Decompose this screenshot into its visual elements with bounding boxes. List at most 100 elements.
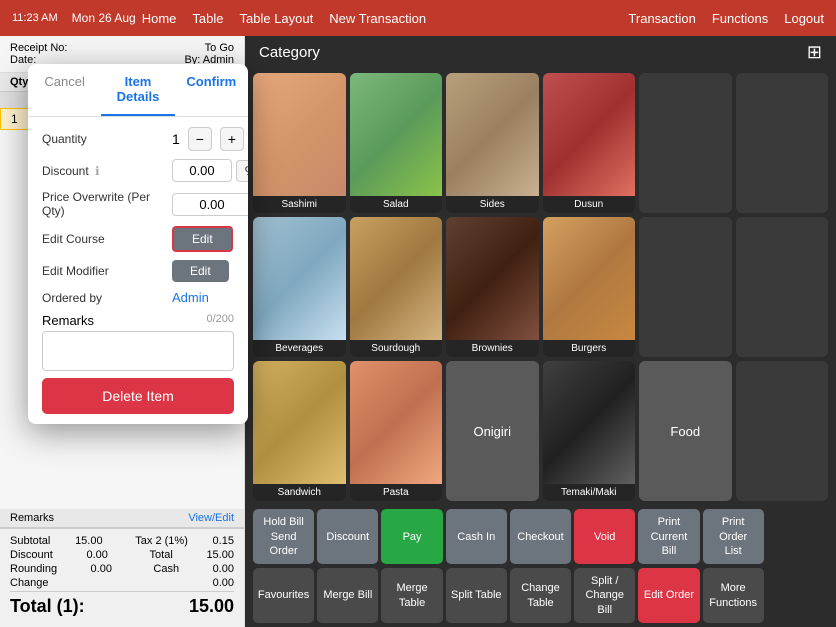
price-overwrite-input[interactable]	[172, 193, 248, 216]
onigiri-label: Onigiri	[446, 421, 539, 442]
total-label: Total	[150, 549, 173, 561]
discount-label: Discount	[10, 549, 53, 561]
more-functions-button[interactable]: More Functions	[703, 568, 764, 623]
qty-plus-button[interactable]: +	[220, 127, 244, 151]
modal-cancel-tab[interactable]: Cancel	[28, 64, 101, 116]
remarks-textarea[interactable]	[42, 331, 234, 371]
modal-item-details-tab[interactable]: Item Details	[101, 64, 174, 116]
modal-body: Quantity 1 − + Discount ℹ % $	[28, 117, 248, 424]
cat-empty-3	[639, 217, 732, 357]
discount-input[interactable]	[172, 159, 232, 182]
void-button[interactable]: Void	[574, 509, 635, 564]
top-bar: 11:23 AM Mon 26 Aug Home Table Table Lay…	[0, 0, 836, 36]
cat-burgers[interactable]: Burgers	[543, 217, 636, 357]
merge-table-button[interactable]: Merge Table	[381, 568, 442, 623]
change-table-button[interactable]: Change Table	[510, 568, 571, 623]
discount-info-icon: ℹ	[95, 164, 100, 178]
subtotal-label: Subtotal	[10, 535, 50, 547]
modal-confirm-tab[interactable]: Confirm	[175, 64, 248, 116]
cat-onigiri[interactable]: Onigiri	[446, 361, 539, 501]
ordered-by-value[interactable]: Admin	[172, 290, 209, 305]
hold-bill-button[interactable]: Hold Bill Send Order	[253, 509, 314, 564]
date-display: Mon 26 Aug	[72, 11, 136, 25]
edit-course-label: Edit Course	[42, 232, 172, 246]
qty-minus-button[interactable]: −	[188, 127, 212, 151]
cat-empty-1	[639, 73, 732, 213]
nav-table[interactable]: Table	[192, 11, 223, 26]
bottom-row2: Favourites Merge Bill Merge Table Split …	[245, 568, 836, 627]
sourdough-img	[350, 217, 443, 340]
rounding-value: 0.00	[91, 563, 112, 575]
receipt-footer: Subtotal 15.00 Tax 2 (1%) 0.15 Discount …	[0, 528, 244, 627]
category-header: Category ⊞	[245, 36, 836, 69]
cat-temaki[interactable]: Temaki/Maki	[543, 361, 636, 501]
sashimi-img	[253, 73, 346, 196]
merge-bill-button[interactable]: Merge Bill	[317, 568, 378, 623]
delete-item-button[interactable]: Delete Item	[42, 378, 234, 414]
dusun-label: Dusun	[543, 196, 636, 213]
remarks-section: Remarks 0/200	[42, 313, 234, 374]
cash-value: 0.00	[213, 563, 234, 575]
nav-new-transaction[interactable]: New Transaction	[329, 11, 426, 26]
edit-order-button[interactable]: Edit Order	[638, 568, 699, 623]
checkout-button[interactable]: Checkout	[510, 509, 571, 564]
dusun-img	[543, 73, 636, 196]
cat-sides[interactable]: Sides	[446, 73, 539, 213]
nav-logout[interactable]: Logout	[784, 11, 824, 26]
cat-sashimi[interactable]: Sashimi	[253, 73, 346, 213]
edit-course-button[interactable]: Edit	[172, 226, 233, 252]
nav-home[interactable]: Home	[142, 11, 177, 26]
cat-pasta[interactable]: Pasta	[350, 361, 443, 501]
tax-value: 0.15	[213, 535, 234, 547]
cat-dusun[interactable]: Dusun	[543, 73, 636, 213]
edit-modifier-button[interactable]: Edit	[172, 260, 229, 282]
tax-label: Tax 2 (1%)	[135, 535, 188, 547]
nav-functions[interactable]: Functions	[712, 11, 768, 26]
discount-button[interactable]: Discount	[317, 509, 378, 564]
ordered-by-label: Ordered by	[42, 291, 172, 305]
food-label: Food	[639, 421, 732, 442]
change-value: 0.00	[213, 577, 234, 589]
nav-table-layout[interactable]: Table Layout	[240, 11, 314, 26]
cat-brownies[interactable]: Brownies	[446, 217, 539, 357]
sides-img	[446, 73, 539, 196]
discount-row: Discount ℹ % $	[42, 159, 234, 182]
print-order-list-button[interactable]: Print Order List	[703, 509, 764, 564]
pay-button[interactable]: Pay	[381, 509, 442, 564]
cat-salad[interactable]: Salad	[350, 73, 443, 213]
sashimi-label: Sashimi	[253, 196, 346, 213]
percent-button[interactable]: %	[236, 160, 248, 182]
cat-sandwich[interactable]: Sandwich	[253, 361, 346, 501]
bottom-empty-1	[767, 509, 828, 564]
cat-empty-2	[736, 73, 829, 213]
burgers-img	[543, 217, 636, 340]
receipt-total: Total (1): 15.00	[10, 591, 234, 621]
total-value: 15.00	[206, 549, 234, 561]
cat-sourdough[interactable]: Sourdough	[350, 217, 443, 357]
split-table-button[interactable]: Split Table	[446, 568, 507, 623]
pasta-label: Pasta	[350, 484, 443, 501]
cash-in-button[interactable]: Cash In	[446, 509, 507, 564]
remarks-row: Remarks View/Edit	[0, 509, 244, 528]
split-change-bill-button[interactable]: Split / Change Bill	[574, 568, 635, 623]
print-current-bill-button[interactable]: Print Current Bill	[638, 509, 699, 564]
qty-col: Qty	[10, 76, 26, 88]
discount-controls: % $	[172, 159, 248, 182]
sandwich-label: Sandwich	[253, 484, 346, 501]
beverages-img	[253, 217, 346, 340]
temaki-label: Temaki/Maki	[543, 484, 636, 501]
cat-beverages[interactable]: Beverages	[253, 217, 346, 357]
cat-food[interactable]: Food	[639, 361, 732, 501]
cat-empty-4	[736, 217, 829, 357]
time-display: 11:23 AM	[12, 12, 58, 24]
filter-icon[interactable]: ⊞	[807, 42, 822, 63]
discount-value: 0.00	[86, 549, 107, 561]
view-edit-link[interactable]: View/Edit	[188, 512, 234, 524]
item-details-modal[interactable]: Cancel Item Details Confirm Quantity 1 −…	[28, 64, 248, 424]
favourites-button[interactable]: Favourites	[253, 568, 314, 623]
brownies-label: Brownies	[446, 340, 539, 357]
edit-course-row: Edit Course Edit	[42, 226, 234, 252]
nav-transaction[interactable]: Transaction	[628, 11, 695, 26]
change-label: Change	[10, 577, 49, 589]
item1-num: 1	[11, 112, 27, 126]
